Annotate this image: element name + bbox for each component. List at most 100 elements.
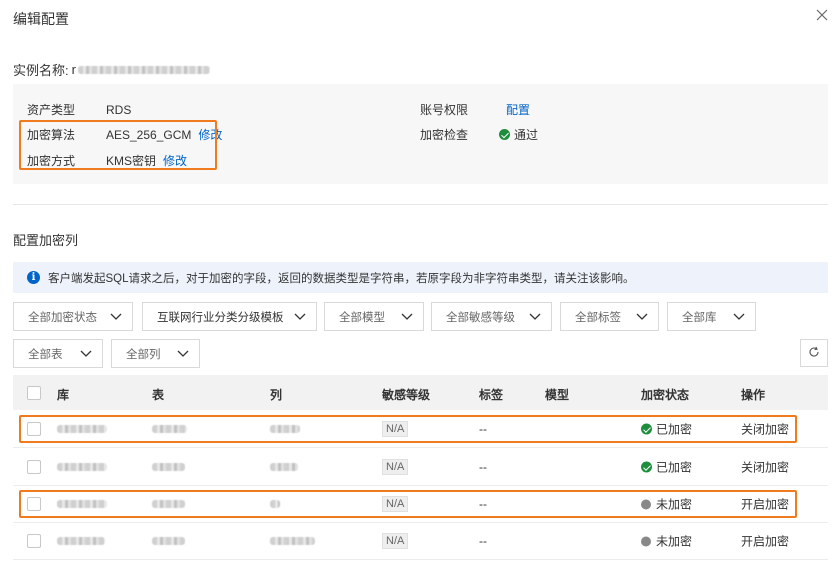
filter-status-label: 全部加密状态 (28, 311, 97, 324)
row-checkbox[interactable] (27, 422, 41, 436)
instance-name: 实例名称: r (13, 60, 210, 79)
status-text: 未加密 (656, 534, 693, 549)
method-modify-link[interactable]: 修改 (163, 152, 187, 169)
account-perm-row: 账号权限 配置 (420, 101, 530, 118)
chevron-down-icon (177, 350, 189, 358)
column-name-redacted (270, 537, 315, 545)
header-db: 库 (57, 388, 70, 402)
chevron-down-icon (80, 350, 92, 358)
refresh-icon (808, 346, 820, 361)
chevron-down-icon (529, 313, 541, 321)
check-label: 加密检查 (420, 128, 469, 142)
tag-value: -- (479, 534, 487, 548)
asset-type-value: RDS (106, 102, 132, 117)
account-perm-label: 账号权限 (420, 103, 469, 117)
unencrypted-icon (641, 536, 651, 546)
level-badge: N/A (382, 421, 409, 437)
unencrypted-icon (641, 499, 651, 509)
refresh-button[interactable] (800, 339, 828, 367)
encrypted-icon (641, 423, 652, 435)
filter-column-label: 全部列 (126, 348, 161, 361)
table-name-redacted (152, 500, 185, 508)
filter-sensitivity-select[interactable]: 全部敏感等级 (431, 302, 552, 331)
filter-column-select[interactable]: 全部列 (111, 339, 200, 368)
row-checkbox[interactable] (27, 497, 41, 511)
row-checkbox[interactable] (27, 460, 41, 474)
chevron-down-icon (110, 313, 122, 321)
chevron-down-icon (294, 313, 306, 321)
column-name-redacted (270, 425, 300, 433)
check-success-icon (499, 129, 510, 140)
table-row: N/A -- 未加密 开启加密 (13, 523, 828, 560)
notice-text: 客户端发起SQL请求之后，对于加密的字段，返回的数据类型是字符串，若原字段为非字… (48, 272, 635, 285)
tag-value: -- (479, 497, 487, 511)
chevron-down-icon (733, 313, 745, 321)
header-model: 模型 (545, 388, 570, 402)
asset-type-label: 资产类型 (27, 103, 76, 117)
algo-row: 加密算法 AES_256_GCM 修改 (27, 126, 222, 143)
header-status: 加密状态 (641, 388, 690, 402)
divider (13, 204, 828, 205)
header-action: 操作 (741, 388, 766, 402)
info-icon: i (27, 271, 40, 284)
filter-tag-select[interactable]: 全部标签 (560, 302, 659, 331)
filter-model-label: 全部模型 (339, 311, 385, 324)
encrypted-icon (641, 461, 652, 473)
table-row: N/A -- 未加密 开启加密 (13, 486, 828, 523)
check-row: 加密检查 通过 (420, 126, 538, 143)
method-row: 加密方式 KMS密钥 修改 (27, 152, 187, 169)
row-checkbox[interactable] (27, 534, 41, 548)
table-name-redacted (152, 537, 185, 545)
table-name-redacted (152, 463, 185, 471)
table-row: N/A -- 已加密 关闭加密 (13, 411, 828, 448)
enable-encryption-link[interactable]: 开启加密 (741, 533, 789, 550)
filter-sensitivity-label: 全部敏感等级 (446, 311, 515, 324)
header-column: 列 (270, 388, 283, 402)
disable-encryption-link[interactable]: 关闭加密 (741, 459, 789, 476)
filter-tag-label: 全部标签 (575, 311, 621, 324)
filter-table-label: 全部表 (28, 348, 63, 361)
table-header: 库 表 列 敏感等级 标签 模型 加密状态 操作 (13, 375, 828, 410)
close-icon[interactable] (816, 9, 830, 23)
tag-value: -- (479, 460, 487, 474)
header-table: 表 (152, 388, 165, 402)
filter-status-select[interactable]: 全部加密状态 (13, 302, 133, 331)
enable-encryption-link[interactable]: 开启加密 (741, 496, 789, 513)
level-badge: N/A (382, 459, 409, 475)
account-perm-config-link[interactable]: 配置 (506, 101, 530, 118)
dialog-title: 编辑配置 (13, 11, 69, 27)
method-value: KMS密钥 (106, 154, 157, 168)
db-name-redacted (57, 463, 107, 471)
instance-name-prefix: r (71, 62, 76, 77)
check-value: 通过 (514, 128, 539, 142)
method-label: 加密方式 (27, 154, 76, 168)
tag-value: -- (479, 422, 487, 436)
disable-encryption-link[interactable]: 关闭加密 (741, 421, 789, 438)
status-text: 已加密 (656, 422, 693, 437)
select-all-checkbox[interactable] (27, 386, 41, 400)
section-title: 配置加密列 (13, 233, 79, 248)
level-badge: N/A (382, 533, 409, 549)
filter-db-label: 全部库 (682, 311, 717, 324)
asset-type-row: 资产类型 RDS (27, 101, 131, 118)
header-level: 敏感等级 (382, 388, 431, 402)
filter-template-select[interactable]: 互联网行业分类分级模板 (142, 302, 317, 331)
instance-label: 实例名称: (13, 63, 69, 78)
algo-value: AES_256_GCM (106, 127, 192, 142)
status-text: 已加密 (656, 460, 693, 475)
notice-banner: i 客户端发起SQL请求之后，对于加密的字段，返回的数据类型是字符串，若原字段为… (13, 262, 828, 293)
filter-template-label: 互联网行业分类分级模板 (157, 311, 284, 324)
column-name-redacted (270, 463, 298, 471)
filter-table-select[interactable]: 全部表 (13, 339, 103, 368)
instance-name-redacted (77, 65, 210, 74)
filter-db-select[interactable]: 全部库 (667, 302, 756, 331)
algo-modify-link[interactable]: 修改 (198, 126, 222, 143)
filter-model-select[interactable]: 全部模型 (324, 302, 424, 331)
chevron-down-icon (401, 313, 413, 321)
header-tag: 标签 (479, 388, 504, 402)
db-name-redacted (57, 537, 105, 545)
level-badge: N/A (382, 496, 409, 512)
db-name-redacted (57, 425, 107, 433)
chevron-down-icon (636, 313, 648, 321)
info-panel: 资产类型 RDS 账号权限 配置 加密算法 AES_256_GCM 修改 加密检… (13, 84, 828, 184)
